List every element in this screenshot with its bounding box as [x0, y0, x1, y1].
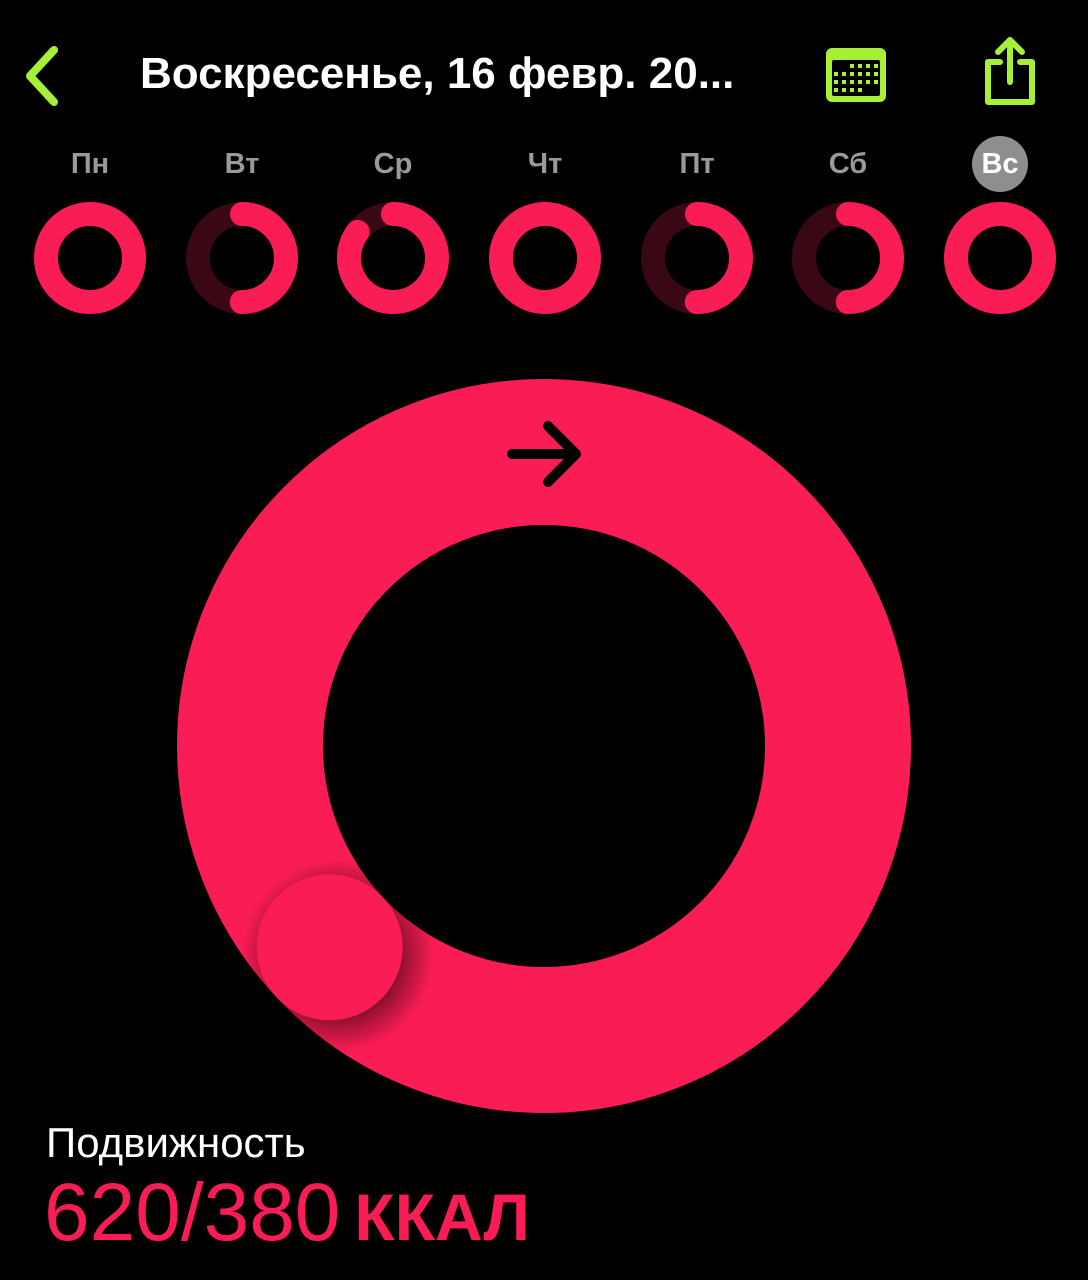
day-ring	[944, 202, 1056, 314]
day-ring	[641, 202, 753, 314]
day-wednesday[interactable]: Ср	[333, 136, 453, 326]
share-button[interactable]	[980, 34, 1040, 108]
day-ring	[337, 202, 449, 314]
day-sunday[interactable]: Вс	[940, 136, 1060, 326]
day-ring	[792, 202, 904, 314]
back-button[interactable]	[18, 44, 66, 108]
day-label-selected: Вс	[972, 136, 1028, 192]
page-title: Воскресенье, 16 февр. 20...	[140, 49, 735, 98]
day-thursday[interactable]: Чт	[485, 136, 605, 326]
day-label: Ср	[373, 148, 413, 180]
navigation-bar: Воскресенье, 16 февр. 20...	[0, 0, 1088, 140]
share-icon	[985, 37, 1035, 105]
day-ring-progress	[944, 202, 1056, 314]
day-label: Пт	[679, 148, 715, 180]
day-monday[interactable]: Пн	[30, 136, 150, 326]
day-saturday[interactable]: Сб	[788, 136, 908, 326]
calendar-icon	[826, 48, 886, 102]
day-tuesday[interactable]: Вт	[182, 136, 302, 326]
day-label: Чт	[527, 148, 563, 180]
metric-value: 620/380 ККАЛ	[44, 1168, 530, 1262]
day-friday[interactable]: Пт	[637, 136, 757, 326]
day-ring-progress	[337, 202, 449, 314]
move-ring-end-cap	[256, 874, 403, 1021]
chevron-left-icon	[26, 46, 58, 106]
metric-unit: ККАЛ	[354, 1180, 530, 1254]
calendar-button[interactable]	[824, 44, 888, 104]
day-ring	[34, 202, 146, 314]
metric-number: 620/380	[44, 1167, 341, 1258]
metric-label: Подвижность	[46, 1119, 306, 1166]
move-ring[interactable]	[176, 378, 912, 1114]
day-ring	[186, 202, 298, 314]
day-ring	[489, 202, 601, 314]
day-label: Пн	[70, 148, 110, 180]
day-ring-progress	[489, 202, 601, 314]
day-label: Сб	[828, 148, 868, 180]
day-label: Вт	[224, 148, 260, 180]
day-ring-progress	[34, 202, 146, 314]
week-strip: Пн Вт Ср Чт Пт Сб Вс	[0, 136, 1088, 326]
